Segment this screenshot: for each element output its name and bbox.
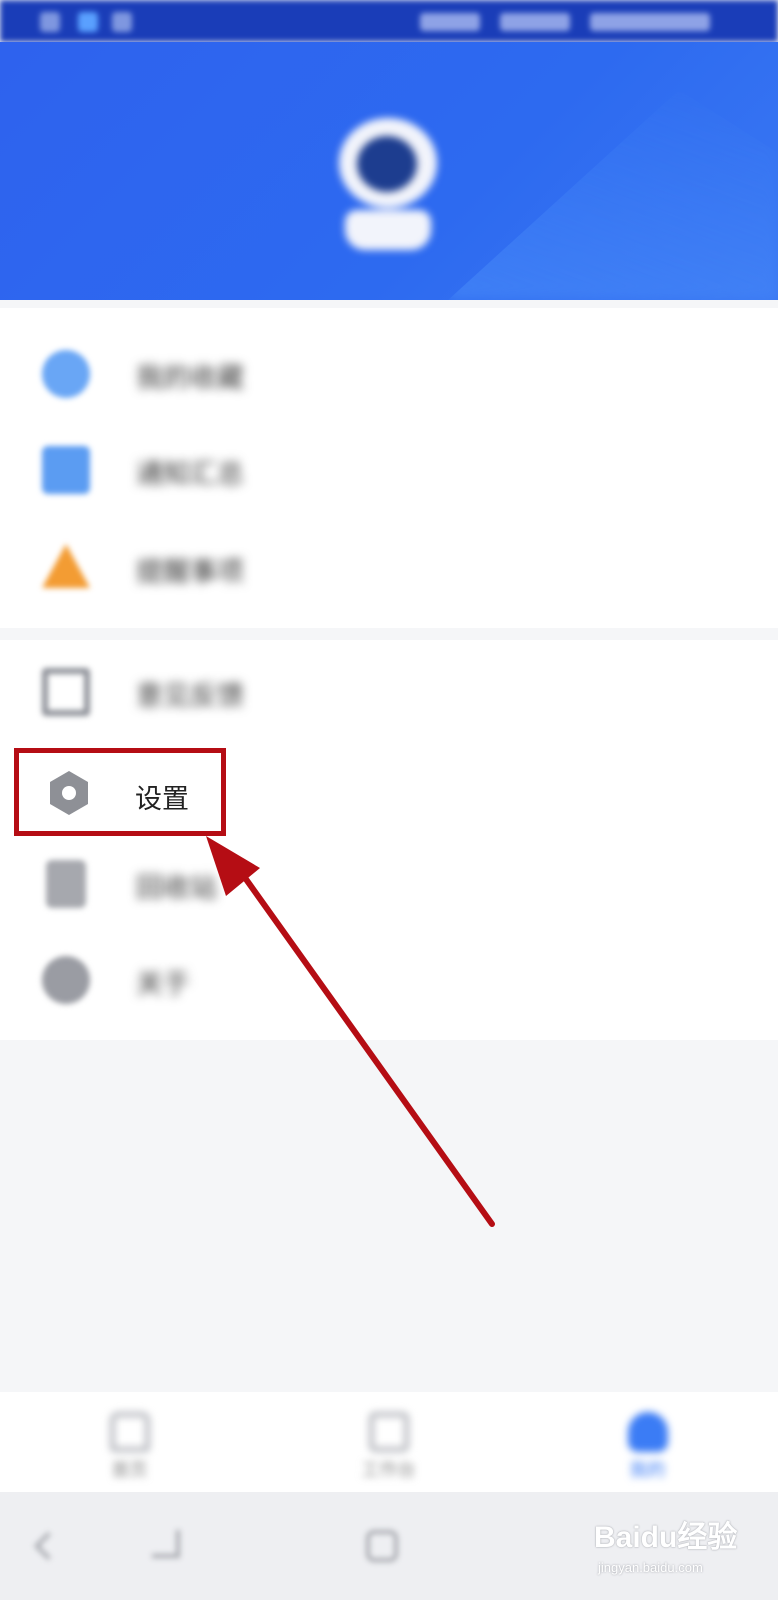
wifi-icon	[500, 13, 570, 31]
trash-icon	[46, 860, 86, 908]
menu-item-label: 通知汇总	[136, 459, 244, 490]
menu-card-secondary: 意见反馈 回收站 关于	[0, 640, 778, 1040]
menu-item-about[interactable]: 关于	[0, 932, 778, 1028]
tab-label: 我的	[629, 1460, 666, 1481]
astronaut-avatar-icon[interactable]	[331, 110, 447, 256]
menu-item-recycle-bin[interactable]: 回收站	[0, 836, 778, 932]
menu-item-label: 回收站	[136, 873, 217, 904]
person-icon	[628, 1412, 668, 1452]
menu-item-label: 提醒事项	[136, 557, 244, 588]
message-icon	[78, 12, 98, 32]
tab-label: 工作台	[361, 1460, 416, 1481]
flag-icon	[42, 668, 90, 716]
info-circle-icon	[42, 956, 90, 1004]
battery-icon	[590, 13, 710, 31]
home-icon	[110, 1412, 150, 1452]
menu-card-primary: 我的收藏 通知汇总 提醒事项	[0, 308, 778, 628]
baidu-jingyan-watermark: Baidu经验 jingyan.baidu.com	[594, 1512, 764, 1582]
back-icon[interactable]	[33, 1531, 63, 1561]
menu-item-notifications[interactable]: 通知汇总	[0, 422, 778, 518]
tab-home[interactable]: 首页	[0, 1392, 259, 1492]
grid-icon	[369, 1412, 409, 1452]
shield-icon	[42, 350, 90, 398]
settings-highlight-box[interactable]: 设置	[14, 748, 226, 836]
watermark-url: jingyan.baidu.com	[598, 1560, 703, 1575]
watermark-logo: Baidu经验	[594, 1521, 738, 1554]
warning-triangle-icon	[42, 544, 90, 588]
tab-mine[interactable]: 我的	[518, 1392, 777, 1492]
home-button-icon[interactable]	[366, 1530, 398, 1562]
menu-item-label: 我的收藏	[136, 363, 244, 394]
notification-icon	[112, 12, 132, 32]
multitask-icon[interactable]	[152, 1530, 180, 1558]
menu-item-feedback[interactable]: 意见反馈	[0, 644, 778, 740]
menu-item-settings-label[interactable]: 设置	[135, 777, 189, 816]
menu-item-reminders[interactable]: 提醒事项	[0, 520, 778, 616]
menu-item-label: 意见反馈	[136, 681, 244, 712]
square-icon	[42, 446, 90, 494]
tab-workbench[interactable]: 工作台	[259, 1392, 518, 1492]
header-decoration	[448, 90, 778, 300]
signal-icon	[420, 13, 480, 31]
bottom-tab-bar: 首页 工作台 我的	[0, 1392, 778, 1492]
menu-item-label: 关于	[136, 969, 190, 1000]
settings-hexagon-icon	[50, 771, 88, 815]
tab-label: 首页	[111, 1460, 148, 1481]
menu-item-favorites[interactable]: 我的收藏	[0, 326, 778, 422]
status-icon	[40, 12, 60, 32]
status-bar	[0, 0, 778, 42]
